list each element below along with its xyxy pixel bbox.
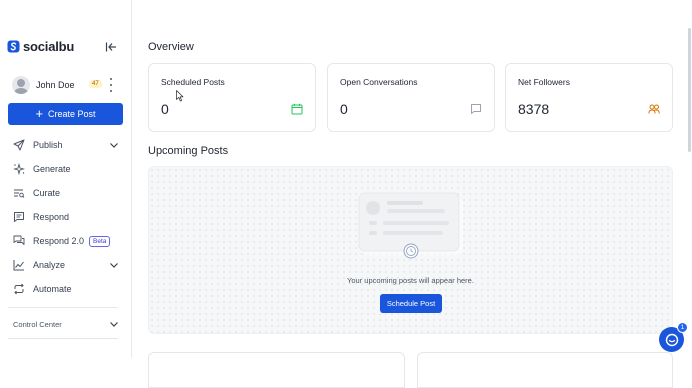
scrollbar[interactable] [688, 28, 691, 152]
sidebar-item-respond-2[interactable]: Respond 2.0 Beta [13, 234, 119, 248]
sidebar-item-label: Respond [33, 212, 70, 222]
control-center-toggle[interactable]: Control Center [13, 318, 119, 330]
sidebar-item-label: Respond 2.0 [33, 236, 85, 246]
upcoming-posts-heading: Upcoming Posts [148, 145, 229, 157]
create-post-label: Create Post [48, 109, 96, 119]
sidebar-item-publish[interactable]: Publish [13, 138, 119, 152]
schedule-post-button[interactable]: Schedule Post [380, 294, 442, 313]
sidebar-item-label: Curate [33, 188, 61, 198]
chart-line-icon [13, 260, 24, 271]
chat-support-icon [665, 333, 678, 346]
empty-posts-illustration-icon [358, 192, 463, 259]
user-count-badge: 47 [89, 80, 102, 88]
chat-bubble-icon [471, 104, 481, 114]
card-title: Net Followers [518, 77, 570, 87]
send-icon [13, 139, 25, 151]
calendar-icon [291, 103, 303, 115]
card-value: 8378 [518, 101, 550, 117]
sidebar-item-automate[interactable]: Automate [13, 282, 119, 296]
control-center-label: Control Center [13, 319, 62, 329]
overview-heading: Overview [148, 41, 194, 53]
sidebar-item-label: Publish [33, 140, 63, 150]
card-title: Scheduled Posts [161, 77, 225, 87]
avatar[interactable] [12, 76, 30, 94]
collapse-left-icon[interactable] [105, 41, 117, 53]
user-profile[interactable]: John Doe 47 [12, 76, 120, 94]
card-value: 0 [340, 101, 348, 117]
bottom-card-right [417, 352, 673, 388]
messages-icon [13, 235, 25, 245]
chat-notification-badge: 1 [677, 322, 688, 333]
sidebar: socialbu John Doe 47 + Create Post Publi… [0, 0, 132, 358]
sidebar-item-respond[interactable]: Respond [13, 210, 119, 224]
sparkles-icon [13, 163, 25, 175]
chevron-down-icon[interactable] [109, 140, 119, 150]
mouse-pointer-icon [176, 90, 184, 102]
main-content: Overview Scheduled Posts 0 Open Conversa… [132, 0, 680, 388]
sidebar-item-label: Automate [33, 284, 72, 294]
scheduled-posts-card[interactable]: Scheduled Posts 0 [148, 63, 316, 132]
curate-icon [14, 189, 25, 198]
create-post-button[interactable]: + Create Post [8, 103, 123, 125]
divider [8, 307, 118, 308]
bottom-card-left [148, 352, 405, 388]
sidebar-item-analyze[interactable]: Analyze [13, 258, 119, 272]
sidebar-item-generate[interactable]: Generate [13, 162, 119, 176]
open-conversations-card[interactable]: Open Conversations 0 [327, 63, 495, 132]
user-name: John Doe [36, 80, 75, 90]
users-icon [648, 104, 660, 114]
divider [8, 338, 118, 339]
beta-badge: Beta [89, 235, 111, 247]
logo[interactable]: socialbu [7, 39, 74, 54]
chevron-down-icon[interactable] [109, 319, 119, 329]
plus-icon: + [35, 106, 44, 121]
card-value: 0 [161, 101, 169, 117]
card-title: Open Conversations [340, 77, 418, 87]
empty-state-message: Your upcoming posts will appear here. [347, 276, 474, 285]
socialbu-logo-icon [7, 40, 20, 53]
sidebar-item-label: Analyze [33, 260, 66, 270]
sidebar-item-curate[interactable]: Curate [13, 186, 119, 200]
more-options-icon[interactable] [109, 78, 113, 92]
upcoming-posts-panel: Your upcoming posts will appear here. Sc… [148, 166, 673, 334]
repeat-icon [14, 283, 24, 295]
net-followers-card[interactable]: Net Followers 8378 [505, 63, 673, 132]
message-icon [14, 212, 24, 222]
sidebar-item-label: Generate [33, 164, 71, 174]
chevron-down-icon[interactable] [109, 260, 119, 270]
brand-name: socialbu [23, 39, 75, 54]
